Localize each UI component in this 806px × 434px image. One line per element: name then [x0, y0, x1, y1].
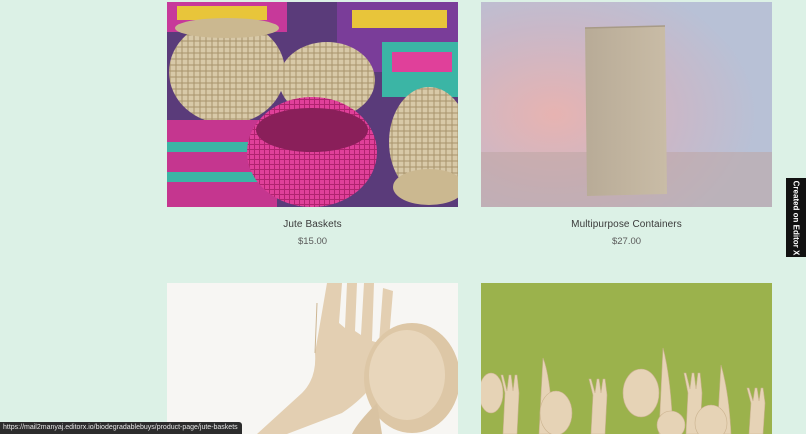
- link-preview-status-bar: https://mail2manyaj.editorx.io/biodegrad…: [0, 422, 242, 434]
- product-title[interactable]: Jute Baskets: [167, 219, 458, 230]
- product-card-4[interactable]: [481, 283, 772, 434]
- product-price: $27.00: [611, 236, 642, 247]
- product-image-multipurpose-containers[interactable]: [481, 2, 772, 207]
- product-title[interactable]: Multipurpose Containers: [481, 219, 772, 230]
- product-card-3[interactable]: [167, 283, 458, 434]
- product-image-jute-baskets[interactable]: [167, 2, 458, 207]
- product-image-wooden-cutlery-green[interactable]: [481, 283, 772, 434]
- created-on-editor-x-badge[interactable]: Created on Editor X: [786, 178, 806, 257]
- product-price: $15.00: [297, 236, 328, 247]
- product-card-multipurpose-containers[interactable]: Multipurpose Containers $27.00: [481, 2, 772, 252]
- product-card-jute-baskets[interactable]: Jute Baskets $15.00: [167, 2, 458, 252]
- product-gallery-page: Jute Baskets $15.00 Multipurpose Contain…: [0, 0, 806, 434]
- badge-label: Created on Editor X: [791, 180, 801, 255]
- product-image-wooden-cutlery[interactable]: [167, 283, 458, 434]
